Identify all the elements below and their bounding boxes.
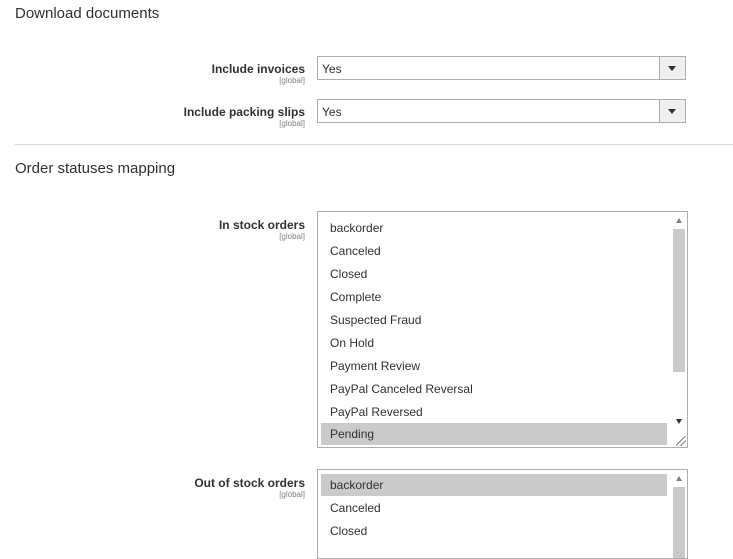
resize-handle-icon[interactable]: [676, 436, 686, 446]
download-documents-title: Download documents: [15, 5, 160, 22]
scroll-up-icon[interactable]: [676, 476, 682, 481]
chevron-down-icon: [668, 66, 676, 71]
include-invoices-label-group: Include invoices [global]: [45, 62, 305, 86]
list-item[interactable]: On Hold: [321, 332, 667, 354]
out-of-stock-orders-label-group: Out of stock orders [global]: [45, 476, 305, 500]
section-divider: [15, 144, 733, 145]
include-packing-slips-scope: [global]: [279, 119, 305, 128]
out-of-stock-orders-multiselect[interactable]: backorder Canceled Closed: [317, 469, 688, 559]
list-item[interactable]: PayPal Canceled Reversal: [321, 378, 667, 400]
in-stock-orders-scope: [global]: [279, 232, 305, 241]
include-invoices-value: Yes: [322, 62, 342, 76]
scroll-down-icon[interactable]: [676, 419, 682, 424]
in-stock-orders-label-group: In stock orders [global]: [45, 218, 305, 242]
list-item[interactable]: Payment Review: [321, 355, 667, 377]
include-packing-slips-label-group: Include packing slips [global]: [45, 105, 305, 129]
list-item[interactable]: Suspected Fraud: [321, 309, 667, 331]
include-invoices-label: Include invoices: [211, 62, 305, 76]
scrollbar-thumb[interactable]: [673, 229, 685, 372]
include-packing-slips-select[interactable]: Yes: [317, 99, 686, 123]
list-item[interactable]: Closed: [321, 263, 667, 285]
list-item-selected[interactable]: backorder: [321, 474, 667, 496]
scroll-up-icon[interactable]: [676, 218, 682, 223]
list-item-selected[interactable]: Pending: [321, 423, 667, 445]
scrollbar[interactable]: [669, 470, 687, 558]
in-stock-orders-multiselect[interactable]: backorder Canceled Closed Complete Suspe…: [317, 211, 688, 448]
include-packing-slips-label: Include packing slips: [183, 105, 305, 119]
in-stock-orders-label: In stock orders: [218, 218, 305, 232]
include-invoices-scope: [global]: [279, 76, 305, 85]
list-item[interactable]: PayPal Reversed: [321, 401, 667, 423]
list-item[interactable]: backorder: [321, 217, 667, 239]
order-statuses-mapping-title: Order statuses mapping: [15, 160, 176, 177]
scrollbar-thumb[interactable]: [673, 487, 685, 558]
list-item[interactable]: Canceled: [321, 240, 667, 262]
list-item[interactable]: Closed: [321, 520, 667, 542]
include-invoices-dropdown-button[interactable]: [659, 57, 685, 79]
include-packing-slips-dropdown-button[interactable]: [659, 100, 685, 122]
list-item[interactable]: Complete: [321, 286, 667, 308]
include-packing-slips-value: Yes: [322, 105, 342, 119]
out-of-stock-orders-label: Out of stock orders: [194, 476, 305, 490]
out-of-stock-orders-scope: [global]: [279, 490, 305, 499]
include-invoices-select[interactable]: Yes: [317, 56, 686, 80]
chevron-down-icon: [668, 109, 676, 114]
scrollbar[interactable]: [669, 212, 687, 447]
list-item[interactable]: Canceled: [321, 497, 667, 519]
